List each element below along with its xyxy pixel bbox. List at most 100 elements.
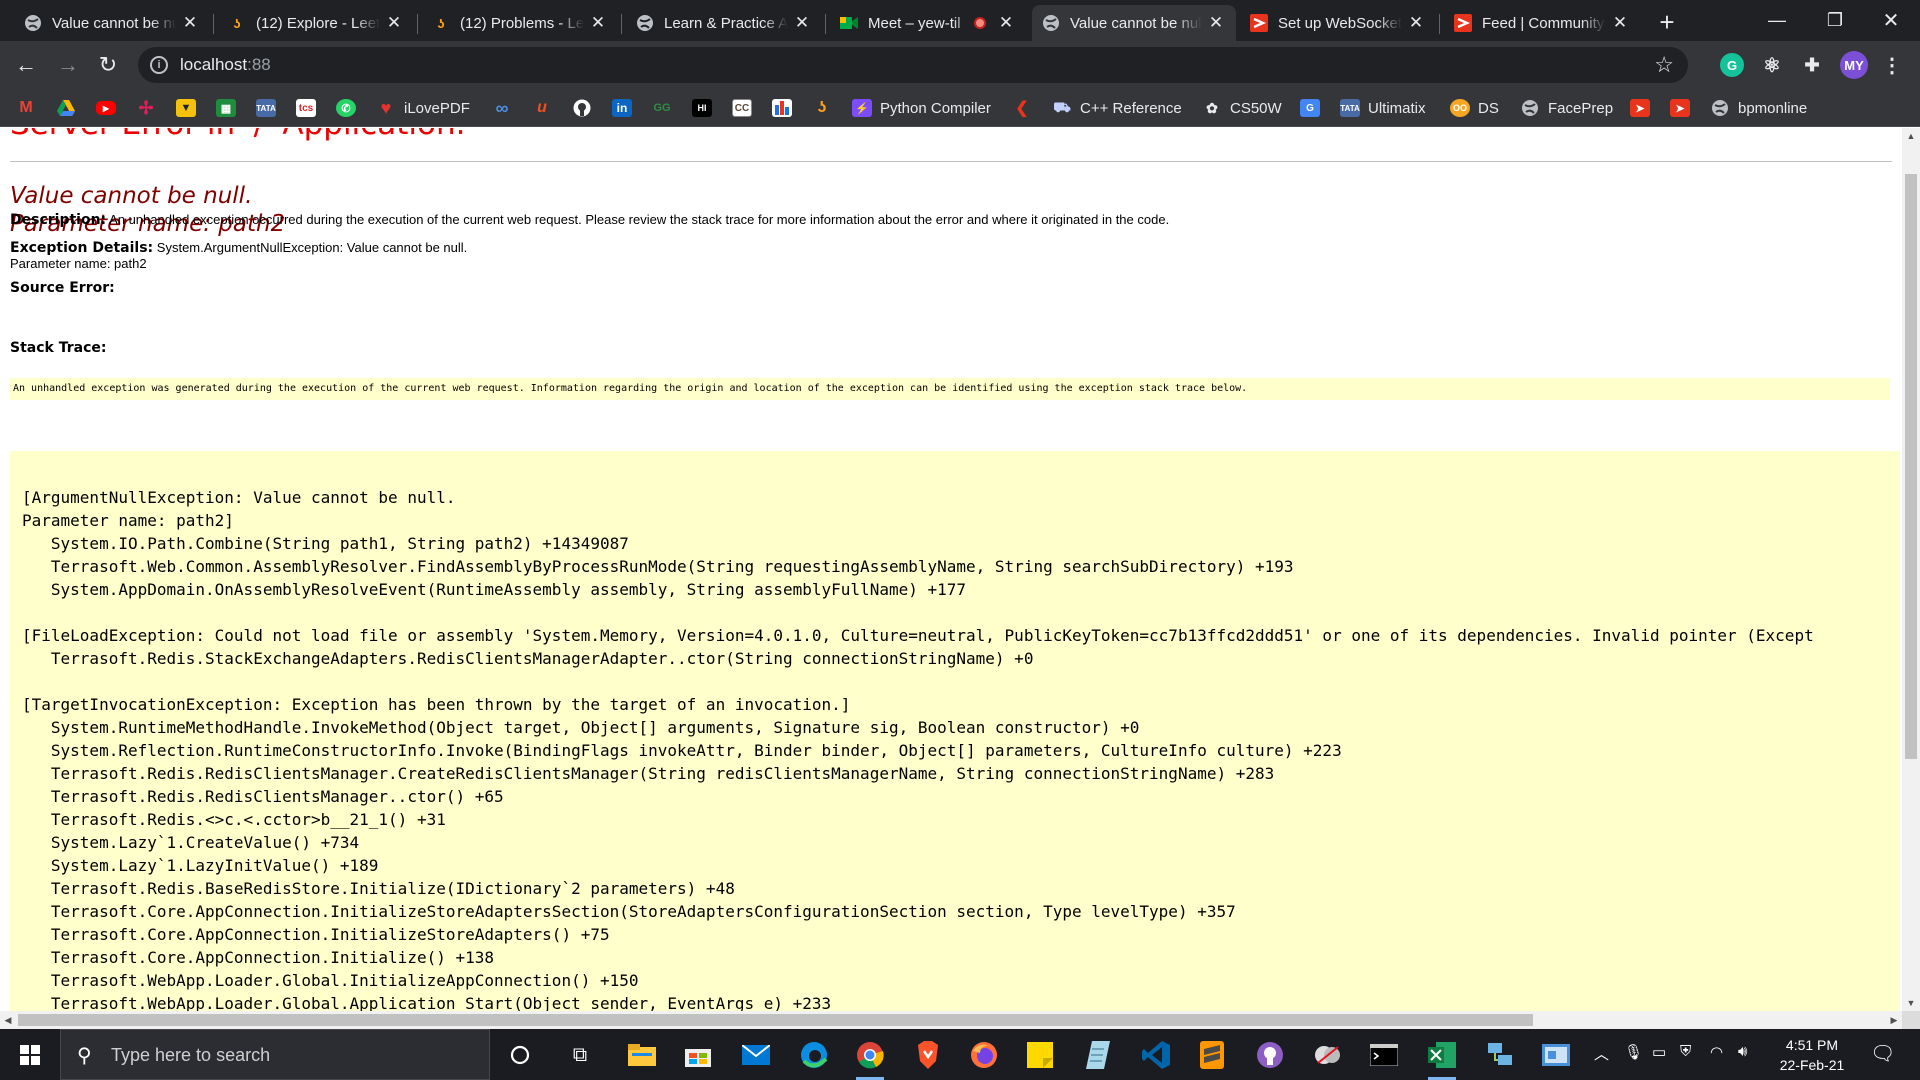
bookmark-leetcode[interactable]: ʖ — [812, 97, 832, 119]
bookmark-linkedin[interactable]: in — [612, 97, 632, 119]
bookmark-python-compiler[interactable]: ⚡ Python Compiler — [852, 97, 991, 119]
cortana-icon[interactable] — [500, 1035, 540, 1075]
close-tab-icon[interactable]: ✕ — [1406, 13, 1426, 33]
tab-value-cannot-be-null-active[interactable]: Value cannot be null ✕ — [1032, 5, 1236, 41]
bookmark-youtube[interactable]: ▶ — [96, 97, 116, 119]
extensions-puzzle-icon[interactable]: ✚ — [1800, 53, 1824, 77]
bookmark-classroom[interactable]: ▦ — [216, 97, 236, 119]
tab-leetcode-problems[interactable]: ʖ (12) Problems - LeetCode ✕ — [422, 5, 618, 41]
bookmark-ds[interactable]: OO DS — [1450, 97, 1499, 119]
show-hidden-icons-chevron-icon[interactable]: ︿ — [1594, 1043, 1609, 1064]
bookmark-gmail[interactable]: M — [16, 97, 36, 119]
terminal-icon[interactable] — [1364, 1035, 1404, 1075]
bookmark-cs50w[interactable]: ✿ CS50W — [1202, 97, 1282, 119]
tab-value-cannot-be-null-1[interactable]: Value cannot be null ✕ — [14, 5, 210, 41]
horizontal-scrollbar[interactable]: ◀ ▶ — [0, 1011, 1902, 1029]
back-button[interactable]: ← — [10, 49, 42, 81]
vertical-scroll-thumb[interactable] — [1905, 174, 1917, 759]
menu-kebab-icon[interactable]: ⋮ — [1880, 53, 1904, 77]
tab-leetcode-explore[interactable]: ʖ (12) Explore - LeetCode ✕ — [218, 5, 414, 41]
tab-websocket[interactable]: Set up WebSocket ✕ — [1240, 5, 1436, 41]
wifi-icon[interactable]: ◠ — [1710, 1043, 1723, 1061]
close-tab-icon[interactable]: ✕ — [996, 13, 1016, 33]
sublime-icon[interactable] — [1192, 1035, 1232, 1075]
close-window-button[interactable]: ✕ — [1862, 0, 1920, 40]
system-clock[interactable]: 4:51 PM 22-Feb-21 — [1766, 1035, 1858, 1075]
store-icon[interactable] — [678, 1035, 718, 1075]
chrome-icon[interactable] — [850, 1035, 890, 1080]
bookmark-chevron[interactable]: ❮ — [1012, 97, 1032, 119]
close-tab-icon[interactable]: ✕ — [1610, 13, 1630, 33]
forward-button[interactable]: → — [52, 49, 84, 81]
bookmark-translate[interactable]: G — [1300, 97, 1320, 119]
bookmark-gfg[interactable]: GG — [652, 97, 672, 119]
address-bar[interactable]: i localhost:88 ☆ — [138, 47, 1688, 83]
bookmark-ultimatix[interactable]: TATA Ultimatix — [1340, 97, 1426, 119]
bookmark-whatsapp[interactable]: ✆ — [336, 97, 356, 119]
bookmark-ilovepdf[interactable]: ♥ iLovePDF — [376, 97, 470, 119]
bookmark-star-icon[interactable]: ☆ — [1654, 52, 1674, 78]
close-tab-icon[interactable]: ✕ — [180, 13, 200, 33]
bookmark-hackerrank[interactable]: HI — [692, 97, 712, 119]
github-desktop-icon[interactable] — [1250, 1035, 1290, 1075]
bookmark-community-2[interactable]: ➤ — [1670, 97, 1690, 119]
close-tab-icon[interactable]: ✕ — [792, 13, 812, 33]
vscode-icon[interactable] — [1136, 1035, 1176, 1075]
bookmark-chart[interactable] — [772, 97, 792, 119]
bookmark-badge[interactable]: ▼ — [176, 97, 196, 119]
info-icon[interactable]: i — [150, 56, 168, 74]
react-devtools-icon[interactable]: ⚛ — [1760, 53, 1784, 77]
task-view-icon[interactable]: ⧉ — [560, 1035, 600, 1075]
file-explorer-icon[interactable] — [622, 1035, 662, 1075]
scroll-left-arrow-icon[interactable]: ◀ — [0, 1011, 16, 1029]
notepad-icon[interactable] — [1078, 1035, 1118, 1075]
tab-feed-community[interactable]: Feed | Community ✕ — [1444, 5, 1640, 41]
excel-icon[interactable] — [1422, 1035, 1462, 1080]
scroll-down-arrow-icon[interactable]: ▼ — [1902, 995, 1920, 1011]
bookmark-codechef[interactable]: CC — [732, 97, 752, 119]
bookmarks-bar: M ▶ ✢ ▼ ▦ TATA tcs ✆ ♥ iLovePDF ∞ u in GG… — [0, 89, 1920, 127]
start-button[interactable] — [0, 1029, 60, 1080]
network-icon[interactable] — [1480, 1035, 1520, 1075]
bookmark-u[interactable]: u — [532, 97, 552, 119]
snip-icon[interactable] — [1308, 1035, 1348, 1075]
volume-icon[interactable]: 🔊︎ — [1738, 1043, 1747, 1060]
reload-button[interactable]: ↻ — [92, 49, 124, 81]
tab-learn-practice[interactable]: Learn & Practice A ✕ — [626, 5, 822, 41]
meet-icon — [840, 14, 858, 32]
new-tab-button[interactable]: + — [1652, 8, 1682, 38]
scroll-up-arrow-icon[interactable]: ▲ — [1902, 128, 1920, 144]
horizontal-scroll-thumb[interactable] — [18, 1014, 1533, 1026]
bookmark-bpmonline[interactable]: bpmonline — [1710, 97, 1807, 119]
close-tab-icon[interactable]: ✕ — [1206, 13, 1226, 33]
tab-google-meet[interactable]: Meet – yew-til ✕ — [830, 5, 1026, 41]
close-tab-icon[interactable]: ✕ — [588, 13, 608, 33]
bookmark-tata[interactable]: TATA — [256, 97, 276, 119]
firefox-icon[interactable] — [964, 1035, 1004, 1075]
bookmark-tcs[interactable]: tcs — [296, 97, 316, 119]
sticky-notes-icon[interactable] — [1020, 1035, 1060, 1075]
profile-avatar[interactable]: MY — [1840, 51, 1868, 79]
bookmark-github[interactable] — [572, 97, 592, 119]
security-shield-icon[interactable]: ⛨ — [1680, 1043, 1691, 1060]
taskbar-search[interactable]: ⚲ Type here to search — [60, 1029, 490, 1080]
mail-icon[interactable] — [736, 1035, 776, 1075]
bookmark-slack[interactable]: ✢ — [136, 97, 156, 119]
brave-icon[interactable] — [908, 1035, 948, 1075]
bookmark-infinity[interactable]: ∞ — [492, 97, 512, 119]
grammarly-icon[interactable]: G — [1720, 53, 1744, 77]
scroll-right-arrow-icon[interactable]: ▶ — [1886, 1011, 1902, 1029]
bookmark-faceprep[interactable]: FacePrep — [1520, 97, 1613, 119]
vpn-icon[interactable] — [1536, 1035, 1576, 1075]
edge-icon[interactable] — [794, 1035, 834, 1075]
battery-icon[interactable]: ▭ — [1652, 1043, 1666, 1061]
bookmark-community-1[interactable]: ➤ — [1630, 97, 1650, 119]
vertical-scrollbar[interactable]: ▲ ▼ — [1902, 128, 1920, 1011]
bookmark-drive[interactable] — [56, 97, 76, 119]
microphone-icon[interactable]: 🎙 — [1624, 1043, 1643, 1061]
notifications-icon[interactable]: 🗨︎ — [1870, 1041, 1895, 1066]
bookmark-cpp-reference[interactable]: ⛟ C++ Reference — [1052, 97, 1182, 119]
minimize-button[interactable]: — — [1748, 0, 1806, 40]
close-tab-icon[interactable]: ✕ — [384, 13, 404, 33]
restore-button[interactable]: ❐ — [1806, 0, 1864, 40]
